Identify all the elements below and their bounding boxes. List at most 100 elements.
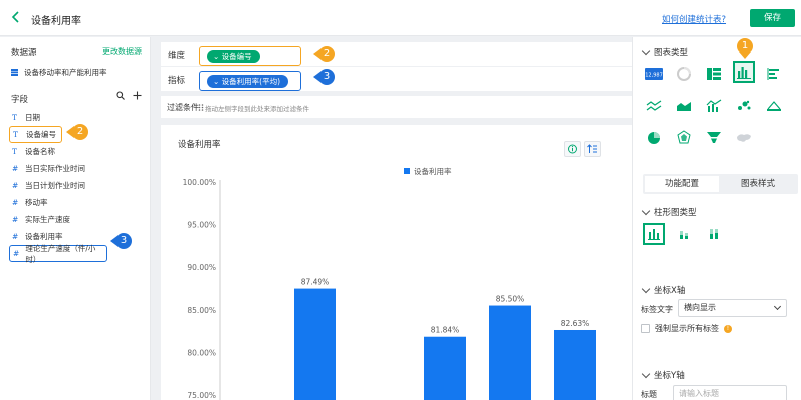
metric-pill[interactable]: ⌄ 设备利用率(平均) xyxy=(207,75,289,88)
field-label: 移动率 xyxy=(25,198,48,207)
filter-hint: 拖动左侧字段到此处来添加过滤条件 xyxy=(205,105,309,113)
metric-bar: 指标 ⌄ 设备利用率(平均) xyxy=(161,67,632,91)
chart-panel: 设备利用率 100.00% 95.00% 90.00% 85.00% 80.00% 75.… xyxy=(161,125,632,400)
pie-chart-icon[interactable] xyxy=(643,127,665,149)
field-label: 实际生产速度 xyxy=(25,215,70,224)
x-axis-title: 坐标X轴 xyxy=(654,286,686,296)
field-item-theoretical-speed[interactable]: # 理论生产速度（件/小时） xyxy=(9,243,107,264)
field-item-device-name[interactable]: T 设备名称 xyxy=(9,143,147,160)
chart-type-section[interactable]: 图表类型 xyxy=(641,46,689,58)
fields-title: 字段 xyxy=(11,95,29,105)
y-tick-label: 75.00% xyxy=(187,391,216,400)
change-datasource-link[interactable]: 更改数据源 xyxy=(102,46,142,57)
counter-value: 12,987 xyxy=(645,73,663,79)
step-badge-2-left: 2 xyxy=(66,124,88,140)
back-arrow-icon[interactable] xyxy=(9,10,23,24)
dimension-bar: 维度 ⌄ 设备编号 xyxy=(161,42,632,66)
field-type-icon: # xyxy=(12,181,19,190)
dimension-dropzone[interactable]: ⌄ 设备编号 xyxy=(199,46,301,66)
grouped-bar-icon xyxy=(648,229,660,240)
funnel-chart-icon[interactable] xyxy=(703,127,725,149)
field-label: 设备名称 xyxy=(25,147,55,156)
field-item-device-id[interactable]: T 设备编号 xyxy=(9,126,62,143)
field-item-planned-time[interactable]: # 当日计划作业时间 xyxy=(9,177,147,194)
badge-number: 3 xyxy=(319,69,335,85)
field-type-icon: T xyxy=(13,130,19,139)
collapse-caret-icon xyxy=(641,369,651,378)
map-chart-icon[interactable] xyxy=(733,127,755,149)
chart-type-title: 图表类型 xyxy=(654,48,689,58)
legend-swatch xyxy=(404,168,410,174)
scatter-chart-icon[interactable] xyxy=(733,95,755,117)
waterfall-chart-icon[interactable] xyxy=(763,95,785,117)
counter-chart-icon[interactable]: 12,987 xyxy=(643,63,665,85)
field-item-mobility-rate[interactable]: # 移动率 xyxy=(9,194,147,211)
bar-type-title: 柱形图类型 xyxy=(654,208,697,218)
top-header: 设备利用率 如何创建统计表? 保存 xyxy=(0,0,801,36)
y-title-input[interactable]: 请输入标题 xyxy=(673,385,787,400)
filter-label: 过滤条件 xyxy=(167,103,199,112)
label-text-label: 标签文字 xyxy=(641,305,673,314)
bar-chart-type-icon[interactable] xyxy=(733,61,755,83)
step-badge-3-left: 3 xyxy=(110,233,132,249)
field-type-icon: # xyxy=(12,198,19,207)
field-label: 设备编号 xyxy=(26,130,56,139)
area-chart-icon[interactable] xyxy=(673,95,695,117)
metric-pill-label: 设备利用率(平均) xyxy=(221,77,281,86)
horizontal-bar-chart-icon[interactable] xyxy=(763,63,785,85)
field-type-icon: # xyxy=(12,164,19,173)
legend-label[interactable]: 设备利用率 xyxy=(414,166,452,176)
line-chart-icon[interactable] xyxy=(643,95,665,117)
add-icon[interactable] xyxy=(133,91,142,100)
bar[interactable] xyxy=(489,305,531,400)
filter-bar[interactable]: 过滤条件 拖动左侧字段到此处来添加过滤条件 xyxy=(161,96,632,118)
save-button[interactable]: 保存 xyxy=(750,9,795,27)
force-show-labels-row[interactable]: 强制显示所有标签 ! xyxy=(641,323,732,334)
y-tick-label: 95.00% xyxy=(187,221,216,230)
force-show-labels-label: 强制显示所有标签 xyxy=(655,324,719,333)
drag-handle-icon xyxy=(198,104,204,111)
table-chart-icon[interactable] xyxy=(703,63,725,85)
bar[interactable] xyxy=(424,336,466,400)
step-badge-1: 1 xyxy=(737,38,753,59)
field-label: 日期 xyxy=(25,113,40,122)
help-link[interactable]: 如何创建统计表? xyxy=(662,13,726,25)
badge-number: 3 xyxy=(116,233,132,249)
badge-number: 2 xyxy=(319,46,335,62)
badge-number: 2 xyxy=(72,124,88,140)
y-tick-label: 100.00% xyxy=(183,178,216,187)
field-item-actual-time[interactable]: # 当日实际作业时间 xyxy=(9,160,147,177)
info-icon[interactable]: ! xyxy=(724,324,732,333)
tab-function-config[interactable]: 功能配置 xyxy=(645,176,719,192)
search-icon[interactable] xyxy=(116,91,125,100)
bar-type-section[interactable]: 柱形图类型 xyxy=(641,206,697,218)
field-label: 理论生产速度（件/小时） xyxy=(25,243,96,264)
percent-bar-icon xyxy=(710,229,718,239)
y-axis-title: 坐标Y轴 xyxy=(654,371,685,381)
combo-chart-icon[interactable] xyxy=(703,95,725,117)
step-badge-3-metric: 3 xyxy=(313,69,335,85)
right-panel: 图表类型 12,987 功能配置 图表样式 柱形图类型 坐标X轴 标签文字 横向… xyxy=(632,37,801,400)
y-tick-label: 85.00% xyxy=(187,306,216,315)
bar[interactable] xyxy=(294,288,336,400)
collapse-caret-icon xyxy=(641,206,651,215)
bar-type-stacked[interactable] xyxy=(673,223,695,245)
bar-type-percent[interactable] xyxy=(703,223,725,245)
y-axis-section[interactable]: 坐标Y轴 xyxy=(641,369,685,381)
page-title: 设备利用率 xyxy=(31,16,81,27)
force-show-labels-checkbox[interactable] xyxy=(641,324,650,333)
x-axis-section[interactable]: 坐标X轴 xyxy=(641,284,686,296)
metric-dropzone[interactable]: ⌄ 设备利用率(平均) xyxy=(199,71,301,91)
gauge-chart-icon[interactable] xyxy=(673,63,695,85)
bar-type-grouped[interactable] xyxy=(643,223,665,245)
field-item-actual-speed[interactable]: # 实际生产速度 xyxy=(9,211,147,228)
bar[interactable] xyxy=(554,329,596,400)
radar-chart-icon[interactable] xyxy=(673,127,695,149)
tab-chart-style[interactable]: 图表样式 xyxy=(721,176,795,192)
bar-data-label: 87.49% xyxy=(301,278,330,287)
collapse-caret-icon xyxy=(641,284,651,293)
dimension-pill[interactable]: ⌄ 设备编号 xyxy=(207,50,260,63)
datasource-item[interactable]: 设备移动率和产能利用率 xyxy=(11,67,107,78)
field-type-icon: # xyxy=(12,215,19,224)
label-text-select[interactable]: 横向显示 xyxy=(678,299,787,317)
